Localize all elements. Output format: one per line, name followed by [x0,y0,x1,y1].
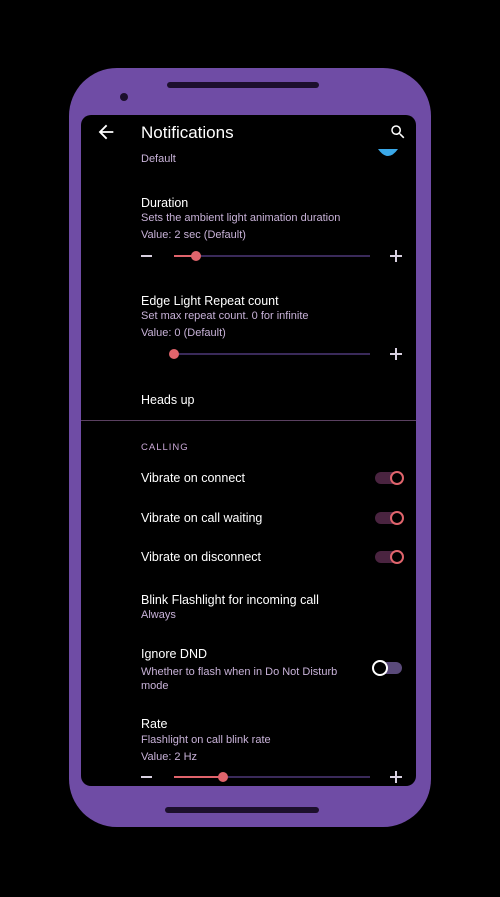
plus-icon-vertical [395,250,397,262]
search-icon[interactable] [389,123,407,141]
vibrate-waiting-switch[interactable] [375,511,405,525]
device-speaker [167,82,319,88]
ignore-dnd-switch[interactable] [372,660,404,676]
heads-up-title[interactable]: Heads up [141,393,195,407]
switch-thumb [372,660,388,676]
vibrate-connect-title[interactable]: Vibrate on connect [141,471,245,485]
rate-slider-fill [174,776,223,778]
calling-section-header: CALLING [141,442,189,453]
vibrate-disconnect-switch[interactable] [375,550,405,564]
duration-increment-button[interactable] [390,250,402,262]
section-divider [81,420,416,421]
duration-value: Value: 2 sec (Default) [141,229,246,241]
blink-flashlight-title[interactable]: Blink Flashlight for incoming call [141,593,319,607]
ignore-dnd-summary-line1: Whether to flash when in Do Not Disturb [141,666,338,678]
ignore-dnd-summary-line2: mode [141,680,169,692]
vibrate-connect-switch[interactable] [375,471,405,485]
rate-slider[interactable] [174,772,370,782]
duration-title: Duration [141,196,189,210]
duration-slider-thumb[interactable] [191,251,201,261]
blink-flashlight-summary: Always [141,609,176,621]
rate-value: Value: 2 Hz [141,751,198,763]
plus-icon-vertical [395,348,397,360]
color-preview-icon[interactable] [377,149,399,161]
edge-light-title: Edge Light Repeat count [141,294,279,308]
edge-light-value: Value: 0 (Default) [141,327,226,339]
switch-thumb [390,550,404,564]
preference-summary-default: Default [141,153,176,165]
edge-light-slider-thumb[interactable] [169,349,179,359]
ignore-dnd-title[interactable]: Ignore DND [141,647,207,661]
rate-slider-thumb[interactable] [218,772,228,782]
edge-light-increment-button[interactable] [390,348,402,360]
vibrate-disconnect-title[interactable]: Vibrate on disconnect [141,550,261,564]
device-bottom-bar [165,807,319,813]
rate-title: Rate [141,717,168,731]
rate-decrement-button[interactable] [141,776,152,778]
arrow-back-icon[interactable] [95,121,117,143]
settings-screen: Notifications Default Duration Sets the … [81,115,416,786]
edge-light-slider[interactable] [169,349,370,359]
plus-icon-vertical [395,771,397,783]
edge-light-summary: Set max repeat count. 0 for infinite [141,310,309,322]
switch-thumb [390,511,404,525]
switch-thumb [390,471,404,485]
duration-summary: Sets the ambient light animation duratio… [141,212,341,224]
toolbar-title: Notifications [141,123,234,142]
device-camera [120,93,128,101]
duration-decrement-button[interactable] [141,255,152,257]
vibrate-waiting-title[interactable]: Vibrate on call waiting [141,511,262,525]
duration-slider[interactable] [174,251,370,261]
rate-summary: Flashlight on call blink rate [141,734,271,746]
rate-increment-button[interactable] [390,771,402,783]
